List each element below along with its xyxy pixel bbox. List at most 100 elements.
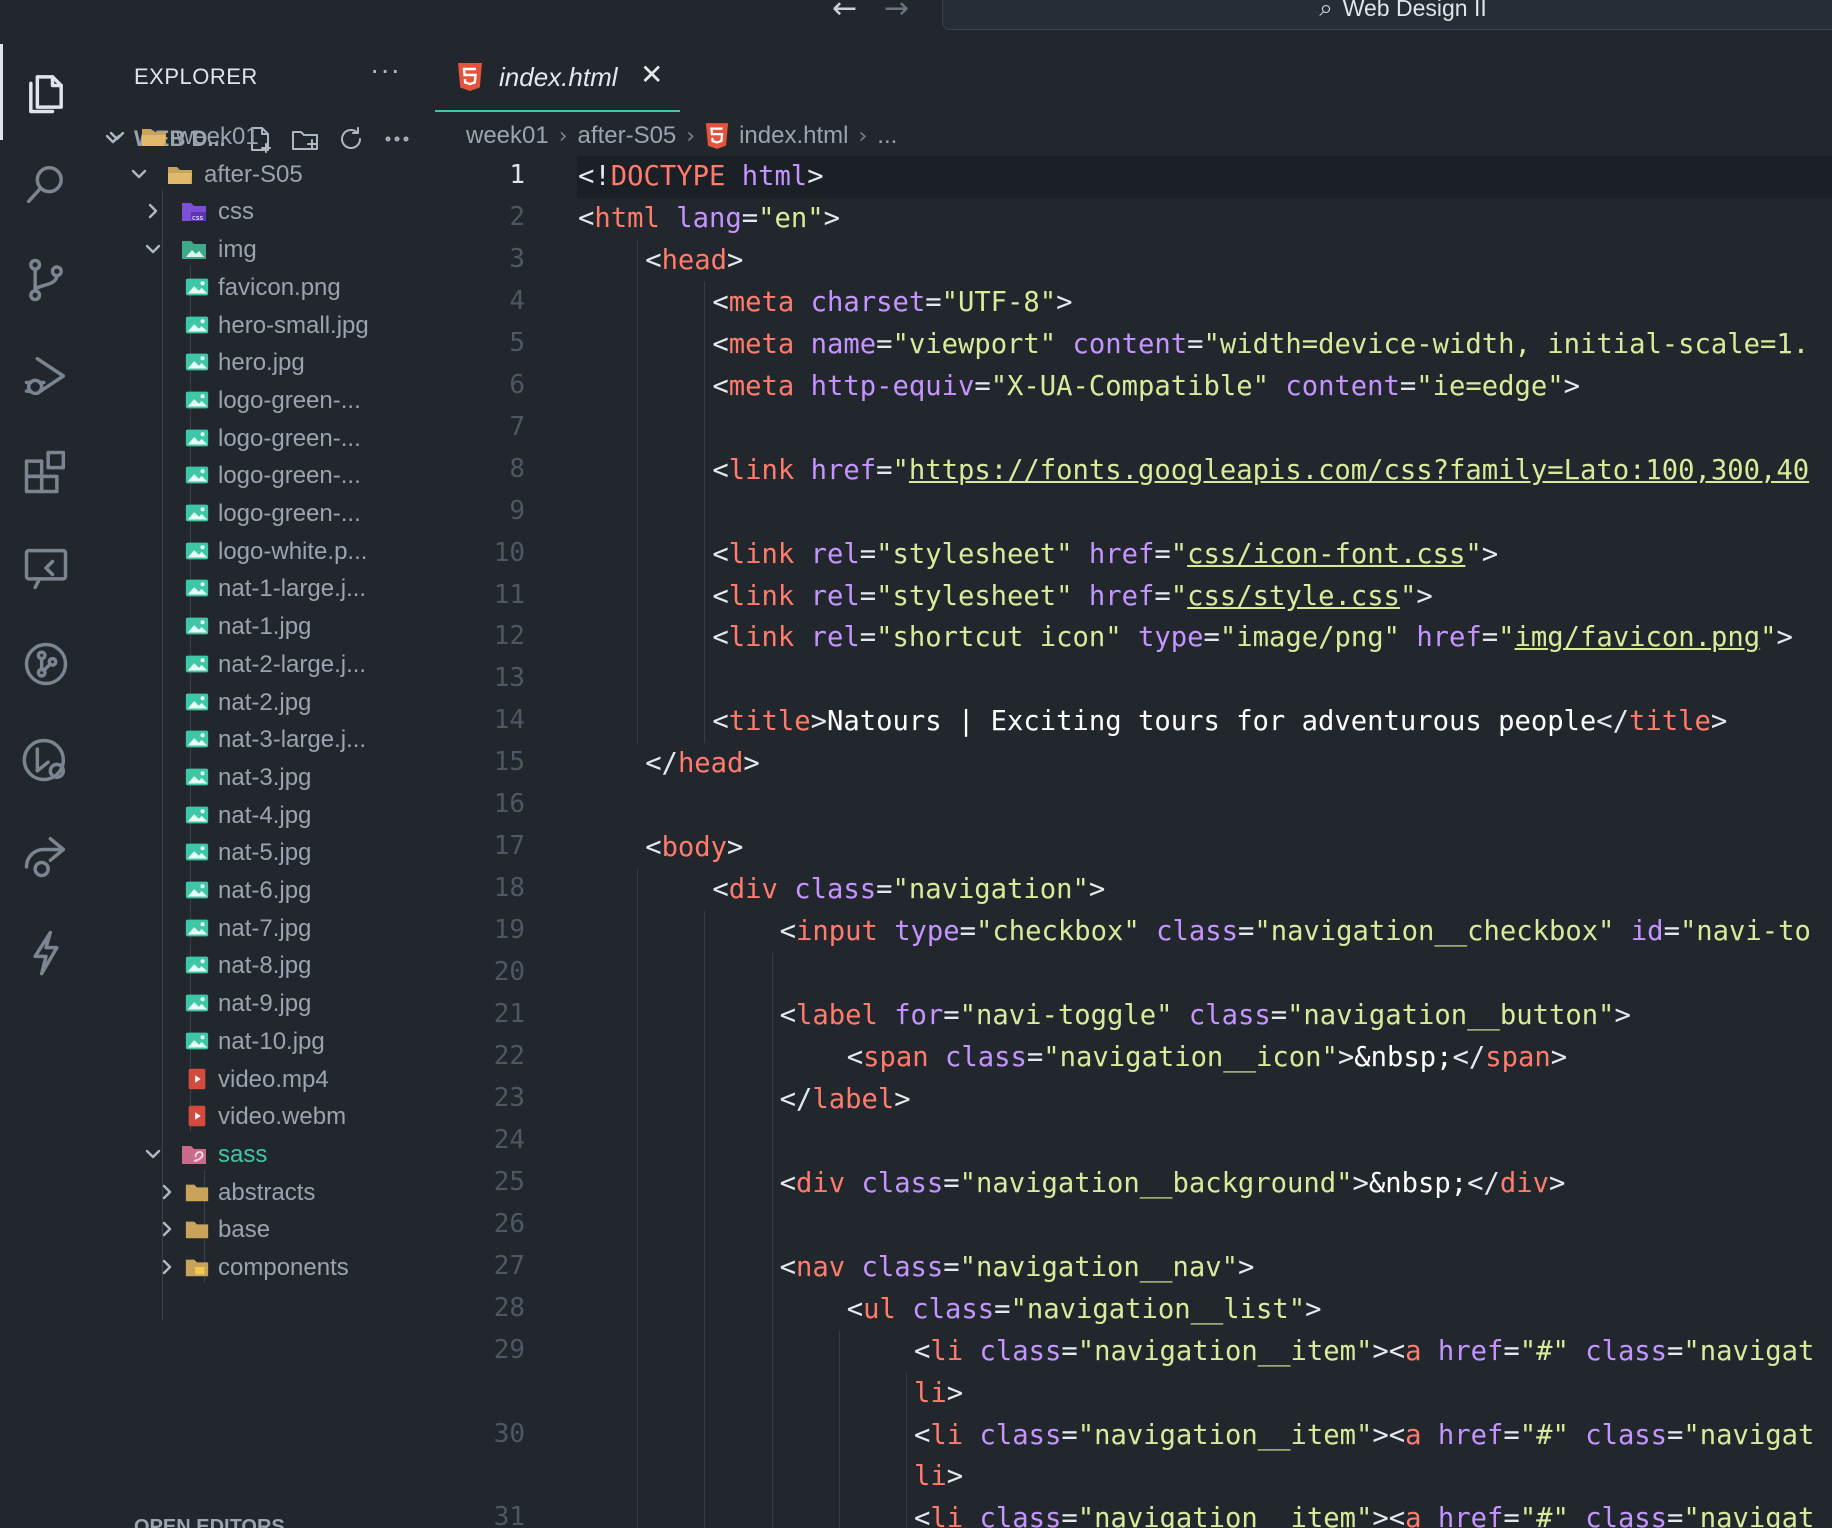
- chevron-down-icon: [142, 1143, 164, 1165]
- line-number: 3: [509, 243, 525, 274]
- tab-index-html[interactable]: index.html ✕: [435, 38, 680, 112]
- code-token: "image/png": [1219, 622, 1400, 654]
- line-number: 22: [493, 1040, 525, 1071]
- code-token: class: [1156, 916, 1238, 948]
- code-token: =: [1663, 916, 1680, 948]
- source-control-icon[interactable]: [16, 250, 76, 310]
- code-token: <: [712, 286, 729, 318]
- code-token: a: [1405, 1419, 1422, 1451]
- code-token: span: [1485, 1041, 1551, 1073]
- thunder-client-icon[interactable]: [16, 922, 76, 982]
- close-icon[interactable]: ✕: [640, 61, 663, 89]
- tree-item-label: css: [218, 198, 254, 226]
- code-token: ul: [863, 1293, 896, 1325]
- line-number: 7: [509, 411, 525, 442]
- code-token: class: [979, 1335, 1062, 1367]
- code-token: "#": [1519, 1335, 1569, 1367]
- code-line: <nav class="navigation__nav">: [780, 1247, 1255, 1289]
- code-token: link: [728, 454, 795, 486]
- code-token: content: [1072, 328, 1188, 360]
- code-token: "shortcut icon": [876, 622, 1122, 654]
- image-file-icon: [184, 803, 210, 827]
- code-token: class: [794, 874, 877, 906]
- code-line: <input type="checkbox" class="navigation…: [780, 911, 1811, 953]
- more-actions-icon[interactable]: ···: [370, 54, 401, 86]
- code-token: <: [712, 874, 729, 906]
- run-debug-icon[interactable]: [16, 346, 76, 406]
- live-share-icon[interactable]: [16, 826, 76, 886]
- git-graph-icon[interactable]: [16, 634, 76, 694]
- code-token: >: [894, 1083, 911, 1115]
- code-token: <!: [578, 161, 611, 192]
- forward-arrow-icon[interactable]: →: [884, 0, 909, 24]
- code-token: charset: [810, 286, 926, 318]
- code-token: =: [1026, 1041, 1044, 1073]
- code-token: "navigation__background": [959, 1167, 1353, 1199]
- code-line: <link rel="shortcut icon" type="image/pn…: [712, 617, 1792, 659]
- code-token: ": [1760, 622, 1777, 654]
- code-token: href: [1416, 622, 1482, 654]
- command-center[interactable]: ⌕ Web Design II: [942, 0, 1832, 30]
- breadcrumb-item[interactable]: after-S05: [578, 122, 677, 150]
- line-number: 30: [493, 1418, 525, 1449]
- code-token: >: [1056, 286, 1073, 318]
- code-token: =: [876, 874, 893, 906]
- tree-item-label: nat-2-large.j...: [218, 650, 367, 678]
- code-token: html: [594, 202, 660, 234]
- code-token: =: [1061, 1503, 1078, 1528]
- code-editor[interactable]: 1 <!DOCTYPE html> 2 <html lang="en"> 3 <head>…: [435, 156, 1832, 1528]
- code-token: =: [943, 1167, 960, 1199]
- indent-guide: [637, 239, 639, 744]
- tree-item-label: nat-4.jpg: [218, 801, 312, 829]
- extensions-icon[interactable]: [16, 442, 76, 502]
- tree-item-label: nat-10.jpg: [218, 1027, 325, 1055]
- line-number: 28: [493, 1292, 525, 1323]
- activity-bar: [0, 38, 92, 1528]
- code-token: >: [727, 832, 744, 864]
- code-token: <: [779, 916, 796, 948]
- breadcrumb-item[interactable]: index.html: [739, 122, 848, 150]
- search-icon[interactable]: [16, 154, 76, 214]
- code-token: rel: [810, 580, 860, 612]
- code-token: >: [1776, 622, 1793, 654]
- code-token: <: [779, 1251, 796, 1283]
- code-token: &nbsp;: [1368, 1167, 1468, 1199]
- code-token: =: [876, 454, 893, 486]
- chevron-right-icon: [156, 1181, 178, 1203]
- code-token: </: [1467, 1167, 1500, 1199]
- timeline-icon[interactable]: [16, 730, 76, 790]
- code-token: li: [930, 1419, 964, 1451]
- remote-explorer-icon[interactable]: [16, 538, 76, 598]
- code-token: &nbsp;: [1354, 1041, 1453, 1073]
- breadcrumb-item[interactable]: week01: [466, 122, 549, 150]
- line-number: 1: [509, 160, 525, 190]
- code-token: link: [728, 622, 795, 654]
- code-token: href: [1437, 1335, 1504, 1367]
- code-token: img/favicon.png: [1514, 622, 1761, 654]
- line-number: 9: [509, 495, 525, 526]
- back-arrow-icon[interactable]: ←: [832, 0, 857, 24]
- code-token: a: [1405, 1503, 1422, 1528]
- code-token: >: [1237, 1251, 1255, 1283]
- code-token: =: [1667, 1335, 1684, 1367]
- tree-folder[interactable]: components: [92, 1245, 435, 1289]
- image-file-icon: [184, 840, 210, 864]
- code-line: <meta charset="UTF-8">: [712, 282, 1072, 324]
- tree-item-label: nat-2.jpg: [218, 688, 312, 716]
- open-editors-header[interactable]: OPEN EDITORS: [134, 1516, 285, 1528]
- tree-item-label: nat-1-large.j...: [218, 575, 367, 603]
- breadcrumb-item[interactable]: ...: [877, 122, 897, 150]
- code-token: class: [979, 1503, 1062, 1528]
- code-line: <head>: [645, 240, 743, 282]
- code-line: <meta name="viewport" content="width=dev…: [712, 324, 1809, 366]
- html5-icon: [457, 62, 483, 97]
- tree-item-label: after-S05: [204, 160, 303, 188]
- code-token: </: [645, 748, 678, 780]
- code-token: <: [914, 1419, 931, 1451]
- active-indicator: [0, 44, 3, 140]
- code-token: >: [1088, 874, 1106, 906]
- files-icon[interactable]: [16, 62, 76, 122]
